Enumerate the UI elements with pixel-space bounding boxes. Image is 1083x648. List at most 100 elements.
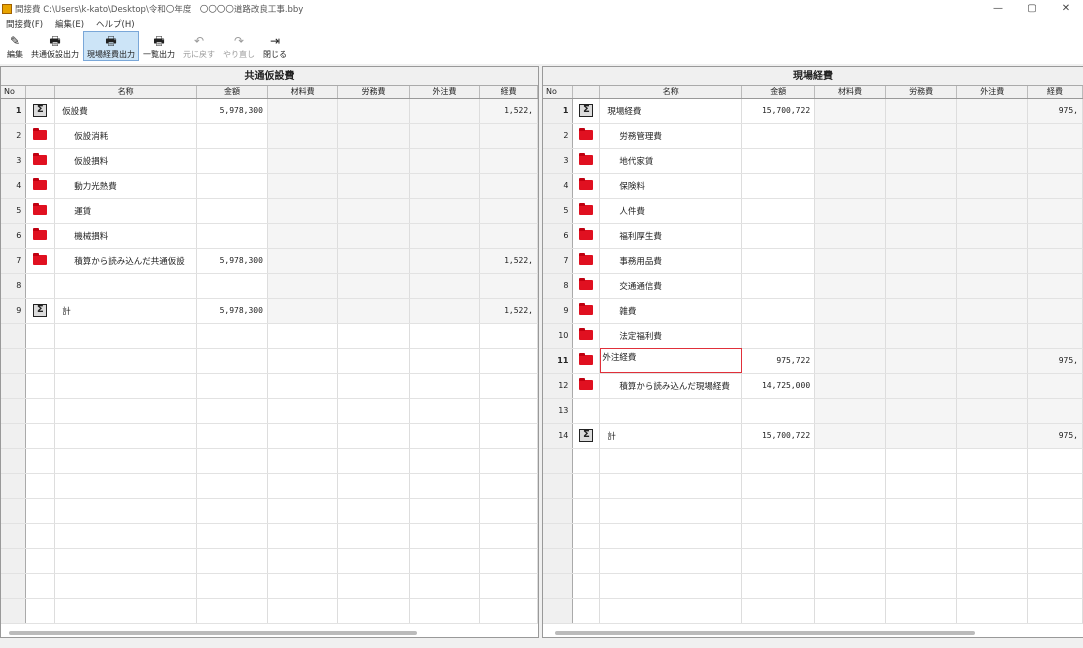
row-number[interactable]: 4 (1, 173, 27, 199)
column-header[interactable]: 金額 (741, 86, 816, 99)
table-row[interactable]: 6 福利厚生費 (543, 223, 1083, 249)
material-cell[interactable] (267, 373, 339, 399)
table-row[interactable]: 5 運賃 (1, 198, 538, 224)
material-cell[interactable] (814, 423, 886, 449)
toolbar-button-4[interactable]: ↶ 元に戻す (179, 31, 219, 61)
material-cell[interactable] (267, 173, 339, 199)
name-cell[interactable]: 積算から読み込んだ現場経費 (599, 373, 743, 399)
material-cell[interactable] (814, 498, 886, 524)
row-number[interactable] (543, 573, 574, 599)
folder-icon[interactable] (579, 328, 594, 341)
material-cell[interactable] (267, 398, 339, 424)
row-number[interactable]: 7 (543, 248, 574, 274)
amount-cell[interactable] (196, 523, 268, 549)
name-cell[interactable]: 現場経費 (599, 98, 743, 124)
subcontract-cell[interactable] (956, 198, 1029, 224)
table-row[interactable]: 1 Σ 仮設費 5,978,300 1,522, (1, 98, 538, 124)
expense-cell[interactable] (1027, 223, 1083, 249)
expense-cell[interactable]: 1,522, (479, 248, 538, 274)
expense-cell[interactable] (1027, 198, 1083, 224)
material-cell[interactable] (814, 323, 886, 349)
name-cell[interactable] (599, 473, 743, 499)
subcontract-cell[interactable] (409, 548, 481, 574)
row-number[interactable]: 9 (543, 298, 574, 324)
amount-cell[interactable]: 5,978,300 (196, 248, 268, 274)
subcontract-cell[interactable] (409, 473, 481, 499)
name-cell[interactable]: 仮設損料 (54, 148, 198, 174)
amount-cell[interactable] (196, 373, 268, 399)
material-cell[interactable] (267, 273, 339, 299)
subcontract-cell[interactable] (409, 173, 481, 199)
name-cell[interactable]: 法定福利費 (599, 323, 743, 349)
table-row[interactable] (1, 573, 538, 599)
amount-cell[interactable] (196, 198, 268, 224)
labor-cell[interactable] (337, 148, 410, 174)
row-number[interactable]: 5 (1, 198, 27, 224)
material-cell[interactable] (267, 223, 339, 249)
row-number[interactable]: 6 (1, 223, 27, 249)
toolbar-button-0[interactable]: ✎ 編集 (3, 31, 27, 61)
table-row[interactable] (543, 448, 1083, 474)
folder-icon[interactable] (579, 128, 594, 141)
subcontract-cell[interactable] (409, 573, 481, 599)
labor-cell[interactable] (885, 123, 958, 149)
expense-cell[interactable]: 1,522, (479, 298, 538, 324)
expense-cell[interactable] (1027, 523, 1083, 549)
subcontract-cell[interactable] (409, 273, 481, 299)
table-row[interactable] (1, 598, 538, 624)
folder-icon[interactable] (579, 178, 594, 191)
table-row[interactable]: 10 法定福利費 (543, 323, 1083, 349)
material-cell[interactable] (814, 398, 886, 424)
toolbar-button-3[interactable]: 🖶 一覧出力 (139, 31, 179, 61)
subcontract-cell[interactable] (409, 373, 481, 399)
table-row[interactable] (1, 498, 538, 524)
labor-cell[interactable] (337, 573, 410, 599)
amount-cell[interactable] (741, 273, 816, 299)
labor-cell[interactable] (885, 573, 958, 599)
amount-cell[interactable]: 15,700,722 (741, 423, 816, 449)
row-number[interactable] (1, 398, 27, 424)
expense-cell[interactable] (479, 473, 538, 499)
material-cell[interactable] (814, 173, 886, 199)
column-header[interactable]: No (1, 86, 27, 99)
row-number[interactable] (543, 498, 574, 524)
row-number[interactable] (1, 348, 27, 374)
subcontract-cell[interactable] (956, 373, 1029, 399)
expense-cell[interactable]: 975, (1027, 348, 1083, 374)
material-cell[interactable] (814, 223, 886, 249)
row-number[interactable] (1, 523, 27, 549)
row-number[interactable]: 10 (543, 323, 574, 349)
subcontract-cell[interactable] (409, 398, 481, 424)
folder-icon[interactable] (33, 253, 48, 266)
table-row[interactable]: 8 (1, 273, 538, 299)
amount-cell[interactable] (196, 398, 268, 424)
expense-cell[interactable]: 1,522, (479, 98, 538, 124)
expense-cell[interactable] (1027, 398, 1083, 424)
amount-cell[interactable] (196, 473, 268, 499)
name-cell[interactable]: 計 (599, 423, 743, 449)
table-row[interactable]: 13 (543, 398, 1083, 424)
material-cell[interactable] (814, 448, 886, 474)
row-number[interactable]: 4 (543, 173, 574, 199)
name-cell[interactable] (54, 598, 198, 624)
material-cell[interactable] (267, 523, 339, 549)
subcontract-cell[interactable] (409, 298, 481, 324)
material-cell[interactable] (267, 423, 339, 449)
labor-cell[interactable] (885, 448, 958, 474)
amount-cell[interactable] (741, 448, 816, 474)
row-number[interactable] (1, 548, 27, 574)
name-cell[interactable]: 人件費 (599, 198, 743, 224)
folder-icon[interactable] (579, 253, 594, 266)
name-cell[interactable] (54, 398, 198, 424)
material-cell[interactable] (267, 298, 339, 324)
row-number[interactable] (1, 373, 27, 399)
table-row[interactable]: 14 Σ 計 15,700,722 975, (543, 423, 1083, 449)
subcontract-cell[interactable] (956, 348, 1029, 374)
material-cell[interactable] (814, 298, 886, 324)
row-number[interactable] (1, 423, 27, 449)
row-number[interactable] (543, 598, 574, 624)
labor-cell[interactable] (337, 298, 410, 324)
table-row[interactable]: 7 事務用品費 (543, 248, 1083, 274)
amount-cell[interactable] (196, 448, 268, 474)
name-cell[interactable]: 地代家賃 (599, 148, 743, 174)
